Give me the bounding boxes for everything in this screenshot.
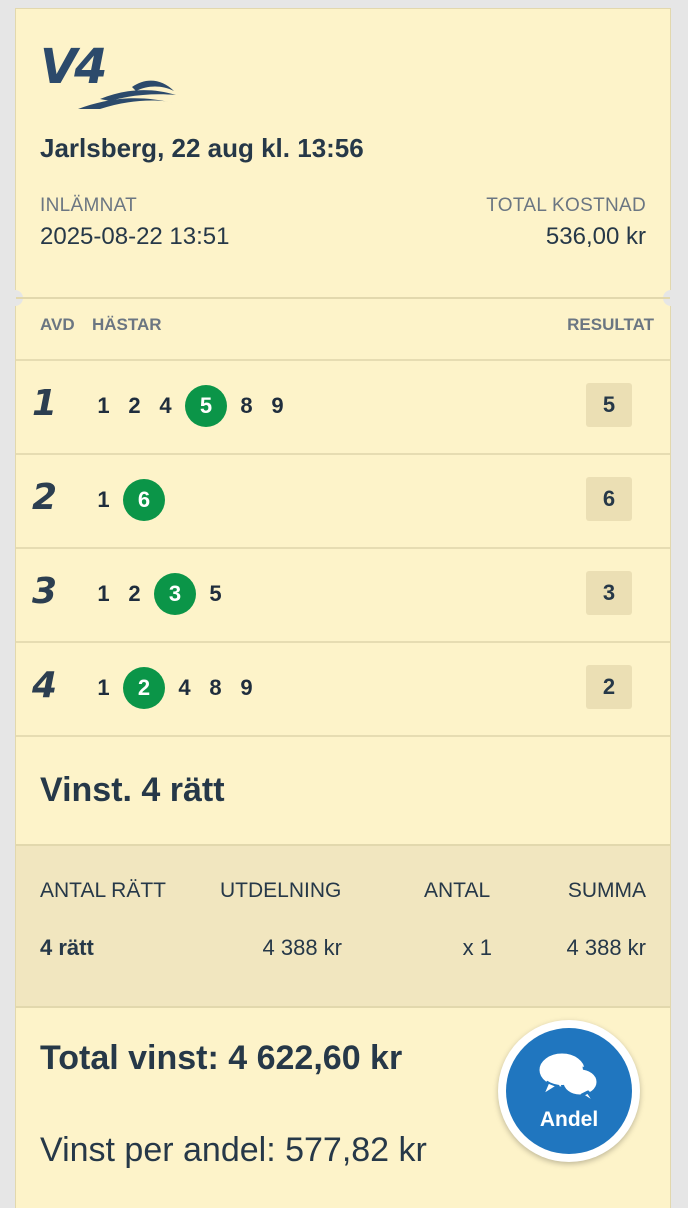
winning-horse-badge: 5	[185, 385, 227, 427]
leg-result: 5	[586, 383, 632, 427]
leg-number: 1	[32, 383, 58, 424]
horse-number: 8	[240, 393, 253, 418]
leg-horses: 1235	[88, 573, 231, 615]
share-fab-button[interactable]: Andel	[498, 1020, 640, 1162]
winning-horse-badge: 2	[123, 667, 165, 709]
win-row-sum: 4 388 kr	[566, 935, 647, 960]
row-divider	[16, 735, 670, 737]
horse-number: 1	[97, 393, 110, 418]
horse-number: 4	[159, 393, 172, 418]
horse-number: 8	[209, 675, 222, 700]
horse-number: 1	[97, 675, 110, 700]
leg-horses: 16	[88, 479, 169, 521]
race-title: Jarlsberg, 22 aug kl. 13:56	[40, 133, 364, 163]
v4-logo: V4	[40, 39, 180, 115]
submitted-info: INLÄMNAT 2025-08-22 13:51	[40, 195, 230, 251]
horse-number: 1	[97, 487, 110, 512]
chat-bubbles-icon	[536, 1050, 600, 1106]
horse-number: 2	[128, 581, 141, 606]
win-header-count: ANTAL	[424, 879, 491, 902]
leg-row[interactable]: 2166	[16, 453, 670, 545]
win-per-share: Vinst per andel: 577,82 kr	[40, 1131, 427, 1169]
horse-number: 4	[178, 675, 191, 700]
win-row-correct: 4 rätt	[40, 935, 94, 960]
leg-row[interactable]: 4124892	[16, 641, 670, 733]
leg-result: 2	[586, 665, 632, 709]
leg-result: 6	[586, 477, 632, 521]
total-cost-value: 536,00 kr	[545, 223, 646, 250]
horse-number: 9	[271, 393, 284, 418]
winning-horse-badge: 6	[123, 479, 165, 521]
total-cost-label: TOTAL KOSTNAD	[486, 195, 646, 216]
win-header-sum: SUMMA	[567, 879, 646, 902]
horse-number: 1	[97, 581, 110, 606]
win-row-payout: 4 388 kr	[262, 935, 343, 960]
leg-number: 2	[32, 477, 58, 518]
leg-horses: 12489	[88, 667, 262, 709]
share-fab-circle[interactable]: Andel	[506, 1028, 632, 1154]
col-header-avd: AVD	[40, 315, 75, 334]
leg-result: 3	[586, 571, 632, 615]
win-header-payout: UTDELNING	[220, 879, 342, 902]
horse-number: 2	[128, 393, 141, 418]
horse-number: 9	[240, 675, 253, 700]
leg-number: 3	[32, 571, 58, 612]
leg-horses: 124589	[88, 385, 293, 427]
col-header-result: RESULTAT	[567, 315, 654, 334]
total-win: Total vinst: 4 622,60 kr	[40, 1039, 403, 1077]
leg-number: 4	[32, 665, 58, 706]
win-header-correct: ANTAL RÄTT	[40, 879, 167, 902]
winning-horse-badge: 3	[154, 573, 196, 615]
leg-row[interactable]: 11245895	[16, 359, 670, 451]
col-header-horses: HÄSTAR	[92, 315, 162, 334]
total-cost: TOTAL KOSTNAD 536,00 kr	[486, 195, 646, 251]
horse-number: 5	[209, 581, 222, 606]
share-fab-label[interactable]: Andel	[506, 1108, 632, 1132]
header-divider	[16, 297, 670, 299]
horse-head-logo-icon	[78, 80, 176, 109]
submitted-label: INLÄMNAT	[40, 195, 138, 216]
submitted-value: 2025-08-22 13:51	[40, 223, 230, 250]
win-table: ANTAL RÄTT UTDELNING ANTAL SUMMA 4 rätt …	[16, 844, 670, 1008]
win-row-count: x 1	[462, 935, 492, 960]
leg-row[interactable]: 312353	[16, 547, 670, 639]
win-title: Vinst. 4 rätt	[40, 771, 225, 809]
